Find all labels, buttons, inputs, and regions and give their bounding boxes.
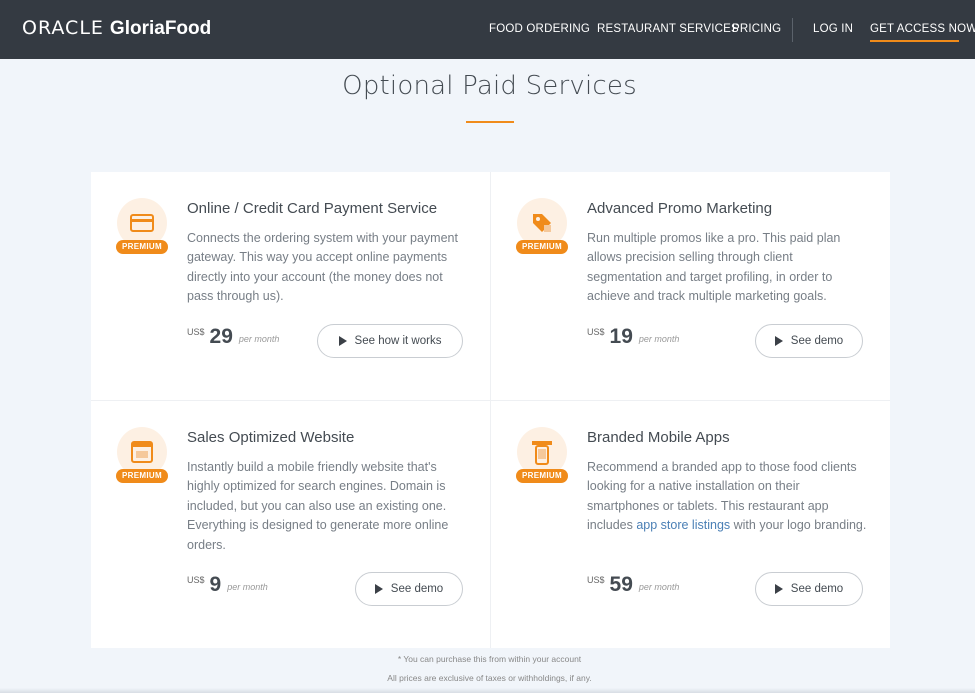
price-amount: 19	[609, 325, 633, 348]
button-label: See demo	[790, 583, 844, 595]
price-amount: 29	[209, 325, 233, 348]
logo-oracle-text: ORACLE	[22, 17, 104, 39]
button-label: See demo	[390, 583, 444, 595]
card-desc-website: Instantly build a mobile friendly websit…	[187, 460, 449, 552]
play-icon	[774, 336, 783, 346]
price-amount: 9	[209, 573, 222, 596]
top-navigation-bar: ORACLE GloriaFood FOOD ORDERING RESTAURA…	[0, 0, 975, 59]
price-period: per month	[227, 582, 268, 592]
title-underline	[466, 121, 514, 123]
see-how-it-works-button[interactable]: See how it works	[317, 324, 463, 358]
card-mobile-icon-group: PREMIUM	[516, 427, 568, 489]
desc-text: with your logo branding.	[730, 518, 867, 533]
card-desc-mobile-apps: Recommend a branded app to those food cl…	[587, 458, 871, 536]
panel-vertical-divider	[490, 172, 491, 648]
price-period: per month	[638, 334, 680, 344]
nav-restaurant-services[interactable]: RESTAURANT SERVICES	[597, 23, 739, 35]
play-icon	[774, 584, 783, 594]
nav-log-in[interactable]: LOG IN	[813, 23, 853, 35]
logo-brand-text: GloriaFood	[109, 18, 212, 39]
play-icon	[374, 584, 383, 594]
nav-pricing[interactable]: PRICING	[732, 23, 781, 35]
card-price-website: US$ 9 per month	[187, 573, 268, 597]
price-currency: US$	[587, 327, 605, 337]
panel-horizontal-divider	[91, 400, 890, 401]
card-desc-payment: Connects the ordering system with your p…	[187, 231, 458, 304]
card-title-promo: Advanced Promo Marketing	[587, 200, 773, 217]
card-promo-icon-group: PREMIUM	[516, 198, 568, 260]
button-label: See how it works	[354, 335, 442, 347]
card-title-payment: Online / Credit Card Payment Service	[187, 200, 438, 217]
oracle-gloriafood-logo[interactable]: ORACLE GloriaFood	[22, 17, 211, 40]
price-period: per month	[238, 334, 280, 344]
premium-badge: PREMIUM	[516, 469, 568, 483]
nav-get-access-now[interactable]: GET ACCESS NOW	[870, 23, 975, 35]
premium-badge: PREMIUM	[116, 240, 168, 254]
price-currency: US$	[187, 327, 205, 337]
see-demo-button-promo[interactable]: See demo	[755, 324, 863, 358]
price-currency: US$	[187, 575, 205, 585]
card-title-mobile-apps: Branded Mobile Apps	[587, 429, 730, 446]
price-amount: 59	[609, 573, 633, 596]
card-desc-promo: Run multiple promos like a pro. This pai…	[587, 231, 841, 304]
see-demo-button-website[interactable]: See demo	[355, 572, 463, 606]
nav-divider	[792, 18, 793, 42]
see-demo-button-mobile[interactable]: See demo	[755, 572, 863, 606]
card-payment-icon-group: PREMIUM	[116, 198, 168, 260]
price-currency: US$	[587, 575, 605, 585]
card-price-payment: US$ 29 per month	[187, 325, 279, 349]
footer-note-taxes: All prices are exclusive of taxes or wit…	[387, 673, 592, 683]
bottom-edge	[0, 688, 975, 693]
nav-food-ordering[interactable]: FOOD ORDERING	[489, 23, 590, 35]
page-title: Optional Paid Services	[342, 71, 637, 101]
premium-badge: PREMIUM	[116, 469, 168, 483]
footer-note-purchase: * You can purchase this from within your…	[397, 654, 582, 664]
card-website-icon-group: PREMIUM	[116, 427, 168, 489]
card-title-website: Sales Optimized Website	[187, 429, 355, 446]
premium-badge: PREMIUM	[516, 240, 568, 254]
play-icon	[338, 336, 347, 346]
price-period: per month	[638, 582, 680, 592]
app-store-listings-link[interactable]: app store listings	[636, 518, 730, 532]
active-nav-underline	[870, 40, 959, 42]
button-label: See demo	[790, 335, 844, 347]
card-price-mobile-apps: US$ 59 per month	[587, 573, 679, 597]
card-price-promo: US$ 19 per month	[587, 325, 679, 349]
